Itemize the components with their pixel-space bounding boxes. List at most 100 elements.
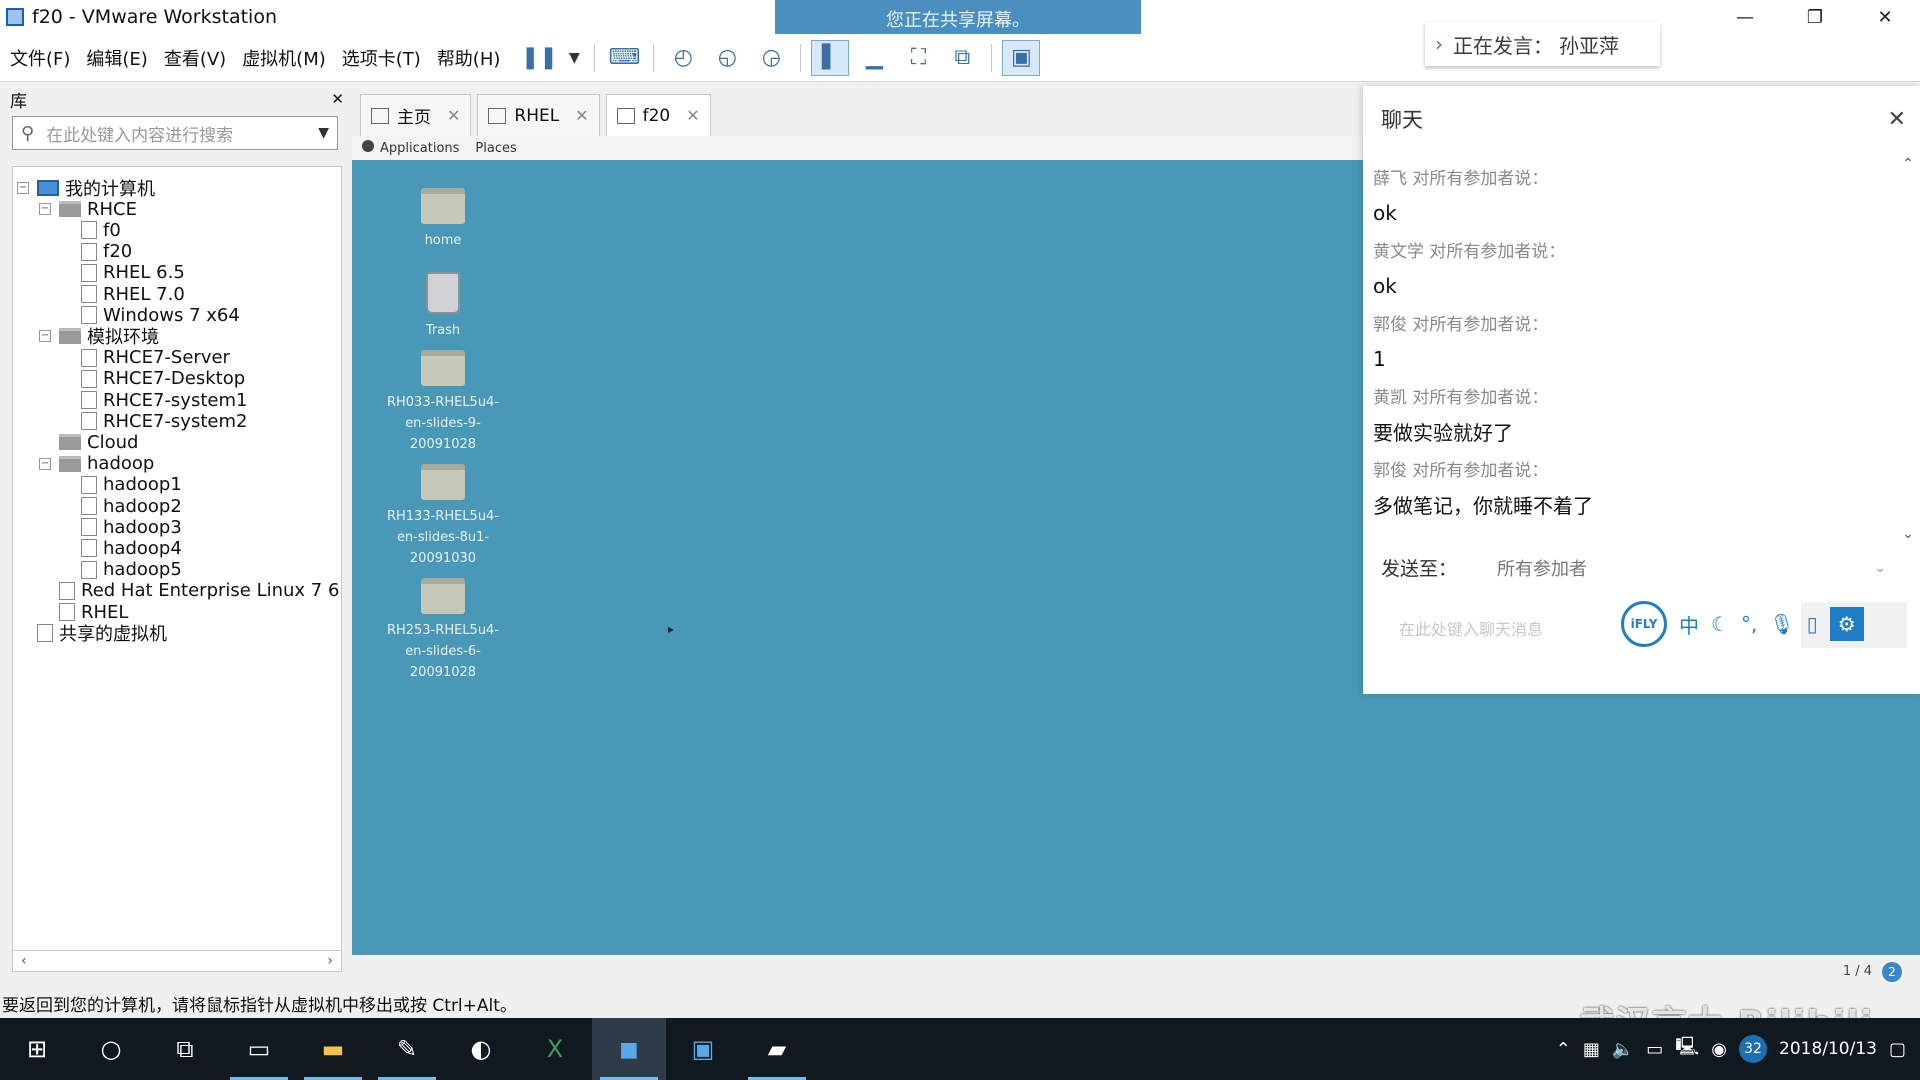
presentation-app-icon[interactable]: ▭ (222, 1018, 296, 1080)
windows-start-icon[interactable]: ⊞ (0, 1018, 74, 1080)
tab-label: 主页 (397, 108, 431, 128)
task-view-icon[interactable]: ⧉ (148, 1018, 222, 1080)
status-text: 要返回到您的计算机，请将鼠标指针从虚拟机中移出或按 Ctrl+Alt。 (2, 995, 517, 1016)
toolbar-separator (653, 43, 655, 72)
library-close-button[interactable]: ✕ (331, 90, 344, 108)
collapse-toggle-icon[interactable]: − (39, 203, 51, 216)
menu-vm[interactable]: 虚拟机(M) (232, 45, 332, 71)
ime-language-toggle[interactable]: 中 (1679, 610, 1699, 639)
console-view-icon[interactable]: ▣ (1002, 39, 1041, 76)
file-explorer-icon[interactable]: ▬ (296, 1018, 370, 1080)
menu-tabs[interactable]: 选项卡(T) (332, 45, 427, 71)
tray-expand-icon[interactable]: ⌃ (1556, 1039, 1571, 1060)
gnome-places-menu[interactable]: Places (475, 141, 516, 156)
tab-f20[interactable]: f20 ✕ (605, 94, 711, 136)
vm-icon (81, 221, 97, 240)
home-icon (371, 107, 389, 124)
desktop-icon-label: RH033-RHEL5u4- (386, 395, 500, 410)
chat-tray-icon[interactable]: ◉ (1711, 1039, 1727, 1060)
snapshot-manager-icon[interactable]: ◶ (752, 40, 790, 76)
browser-icon[interactable]: ◐ (444, 1018, 518, 1080)
desktop-icon-trash[interactable]: Trash (378, 272, 508, 341)
gnome-applications-menu[interactable]: Applications (362, 140, 459, 156)
gear-icon[interactable]: ⚙ (1829, 607, 1864, 641)
tab-主页[interactable]: 主页 ✕ (360, 94, 472, 136)
desktop-icon-label: RH253-RHEL5u4- (386, 623, 500, 638)
vm-icon (81, 497, 97, 515)
chevron-down-icon[interactable]: ⌄ (1874, 560, 1886, 576)
close-button[interactable]: ✕ (1850, 0, 1920, 34)
chat-message-input[interactable]: 在此处键入聊天消息 (1399, 616, 1543, 640)
unity-icon[interactable]: ⧉ (943, 40, 981, 76)
excel-icon[interactable]: X (518, 1018, 592, 1080)
chat-message-sender: 郭俊 对所有参加者说： (1373, 460, 1549, 481)
scroll-right-icon[interactable]: › (327, 953, 333, 969)
notepad-app-icon[interactable]: ✎ (370, 1018, 444, 1080)
moon-icon[interactable]: ☾ (1711, 612, 1729, 636)
network-icon[interactable]: 🖳 (1675, 1034, 1699, 1064)
chat-message-sender: 薛飞 对所有参加者说： (1373, 168, 1549, 189)
taskbar-date[interactable]: 2018/10/13 (1779, 1039, 1877, 1059)
folder-icon (421, 578, 465, 614)
tab-close-icon[interactable]: ✕ (686, 106, 699, 125)
chat-message-sender: 黄凯 对所有参加者说： (1373, 387, 1549, 408)
scroll-up-icon[interactable]: ⌃ (1902, 156, 1914, 172)
tab-close-icon[interactable]: ✕ (447, 106, 460, 125)
send-keys-icon[interactable]: ⌨ (605, 40, 643, 76)
menu-view[interactable]: 查看(V) (154, 45, 232, 71)
chat-message-text: 1 (1373, 346, 1386, 371)
show-library-icon[interactable]: ▌ (811, 39, 850, 76)
tab-rhel[interactable]: RHEL ✕ (477, 94, 600, 136)
search-icon: ⚲ (21, 122, 35, 144)
revert-snapshot-icon[interactable]: ◵ (708, 40, 746, 76)
full-screen-icon[interactable]: ⛶ (899, 40, 937, 76)
snapshot-icon[interactable]: ◴ (664, 40, 702, 76)
tree-item[interactable]: 共享的虚拟机 (17, 620, 167, 646)
keyboard-icon[interactable]: ▯ (1807, 612, 1818, 636)
desktop-icon-rh033[interactable]: RH033-RHEL5u4- en-slides-9- 20091028 (378, 350, 508, 455)
tree-horizontal-scrollbar[interactable]: ‹ › (12, 950, 342, 972)
minimize-button[interactable]: — (1710, 0, 1780, 34)
tray-app-icon[interactable]: ▦ (1583, 1039, 1600, 1060)
collapse-toggle-icon[interactable]: − (39, 457, 51, 470)
volume-icon[interactable]: 🔈 (1612, 1039, 1634, 1060)
scroll-down-icon[interactable]: ⌄ (1902, 526, 1914, 542)
vm-icon (616, 107, 635, 124)
close-icon[interactable]: ✕ (1888, 107, 1906, 132)
applications-label: Applications (380, 141, 460, 156)
vm-icon (81, 348, 97, 367)
meeting-app-icon[interactable]: ▣ (666, 1018, 740, 1080)
chevron-down-icon[interactable]: ▼ (318, 125, 329, 141)
tab-close-icon[interactable]: ✕ (575, 106, 588, 125)
menu-edit[interactable]: 编辑(E) (76, 45, 153, 71)
chat-message-sender: 郭俊 对所有参加者说： (1373, 314, 1549, 335)
scroll-left-icon[interactable]: ‹ (21, 953, 27, 969)
desktop-icon-label: en-slides-8u1- (396, 530, 490, 545)
thumbnail-bar-icon[interactable]: ▁ (855, 40, 893, 76)
library-search-input[interactable]: ⚲ 在此处键入内容进行搜索 ▼ (12, 116, 338, 150)
ifly-logo-icon[interactable]: iFLY (1621, 601, 1667, 647)
vmware-taskbar-icon[interactable]: ◼ (592, 1018, 666, 1080)
collapse-toggle-icon[interactable]: − (17, 182, 29, 194)
desktop-icon-home[interactable]: home (378, 188, 508, 251)
menu-file[interactable]: 文件(F) (0, 45, 76, 71)
maximize-button[interactable]: ❐ (1780, 0, 1850, 34)
send-to-selector[interactable]: 发送至： 所有参加者 ⌄ (1381, 554, 1886, 581)
pause-icon[interactable]: ❚❚ (520, 40, 558, 76)
clock-badge[interactable]: 32 (1739, 1035, 1767, 1063)
desktop-icon-rh253[interactable]: RH253-RHEL5u4- en-slides-6- 20091028 (378, 578, 508, 683)
collapse-toggle-icon[interactable]: − (39, 330, 51, 343)
folder-icon (59, 434, 81, 451)
sticky-notes-icon[interactable]: ▰ (740, 1018, 814, 1080)
menu-help[interactable]: 帮助(H) (427, 45, 507, 71)
desktop-icon-rh133[interactable]: RH133-RHEL5u4- en-slides-8u1- 20091030 (378, 464, 508, 569)
dropdown-arrow-icon[interactable]: ▼ (564, 40, 584, 76)
notification-badge[interactable]: 2 (1882, 961, 1902, 982)
battery-icon[interactable]: ▭ (1646, 1039, 1663, 1060)
action-center-icon[interactable]: ▢ (1889, 1039, 1906, 1060)
microphone-icon[interactable]: 🎙 (1769, 612, 1794, 636)
cortana-icon[interactable]: ○ (74, 1018, 148, 1080)
workspace-pager[interactable]: 1 / 4 (1843, 964, 1872, 979)
punctuation-icon[interactable]: °, (1741, 612, 1757, 636)
chat-title: 聊天 (1381, 108, 1423, 132)
